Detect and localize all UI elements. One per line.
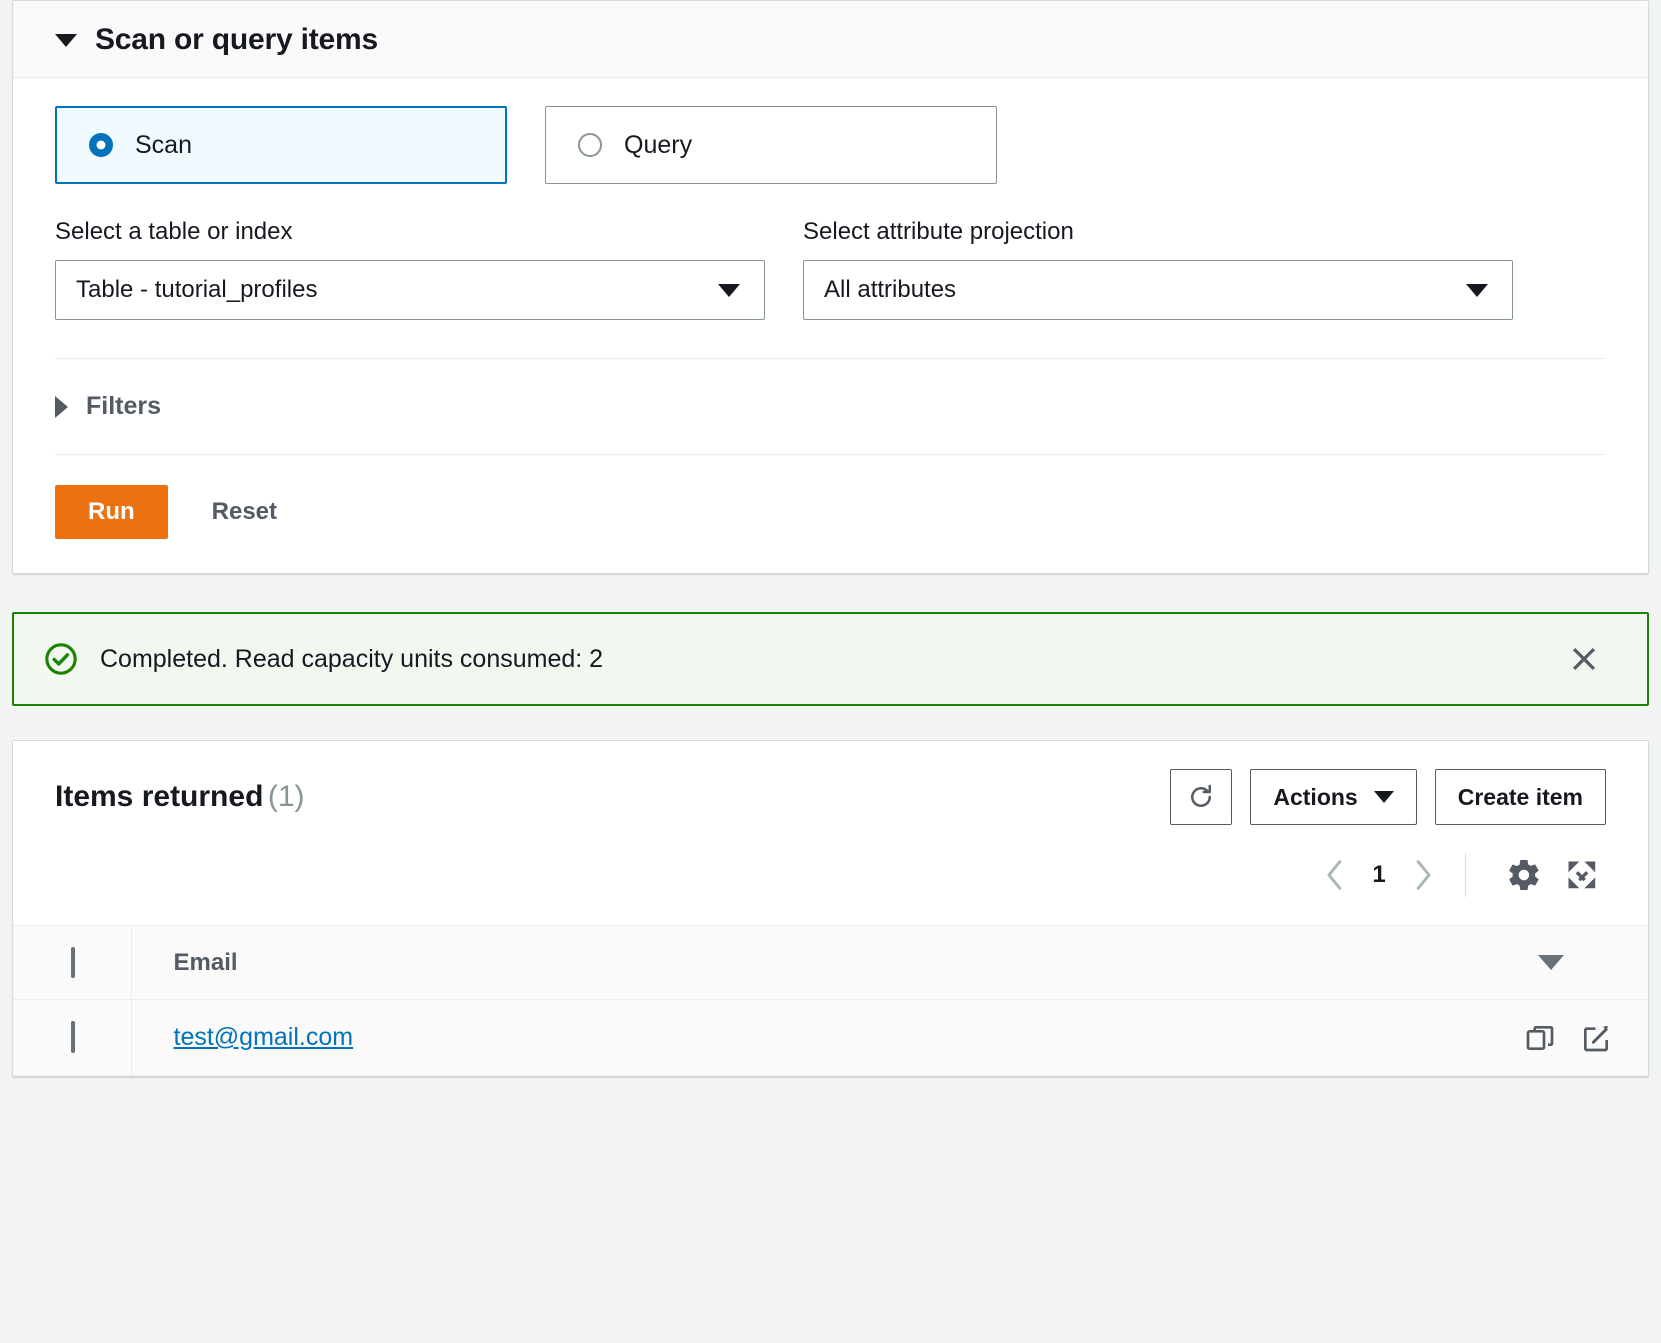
mode-selector: Scan Query bbox=[55, 106, 1606, 184]
filters-toggle[interactable]: Filters bbox=[55, 359, 1606, 454]
actions-button-label: Actions bbox=[1273, 783, 1358, 810]
table-body: test@gmail.com bbox=[13, 999, 1648, 1076]
items-table: Email test@gmail.com bbox=[13, 925, 1648, 1076]
divider bbox=[1465, 853, 1466, 897]
sort-descending-icon[interactable] bbox=[1538, 925, 1648, 1000]
scan-or-query-panel: Scan or query items Scan Query Select a … bbox=[12, 0, 1649, 574]
status-alert: Completed. Read capacity units consumed:… bbox=[12, 612, 1649, 706]
item-email-link[interactable]: test@gmail.com bbox=[174, 1023, 354, 1051]
caret-right-icon[interactable] bbox=[55, 395, 68, 418]
row-checkbox[interactable] bbox=[71, 1021, 75, 1053]
chevron-down-icon[interactable] bbox=[718, 283, 740, 297]
page-title: Scan or query items bbox=[95, 23, 378, 56]
run-button[interactable]: Run bbox=[55, 485, 168, 539]
expand-icon[interactable] bbox=[1558, 851, 1606, 899]
field-row: Select a table or index Table - tutorial… bbox=[55, 218, 1606, 320]
table-head: Email bbox=[13, 925, 1648, 1000]
attribute-projection-field: Select attribute projection All attribut… bbox=[803, 218, 1513, 320]
table-or-index-field: Select a table or index Table - tutorial… bbox=[55, 218, 765, 320]
page-root: Scan or query items Scan Query Select a … bbox=[0, 0, 1661, 1343]
table-row[interactable]: test@gmail.com bbox=[13, 999, 1648, 1076]
radio-tile-query-label: Query bbox=[624, 130, 693, 159]
status-success-icon bbox=[45, 643, 77, 675]
radio-tile-scan[interactable]: Scan bbox=[55, 106, 507, 184]
radio-tile-scan-label: Scan bbox=[135, 130, 192, 159]
actions-button[interactable]: Actions bbox=[1250, 769, 1417, 825]
attribute-projection-label: Select attribute projection bbox=[803, 218, 1074, 245]
copy-icon[interactable] bbox=[1524, 1022, 1556, 1054]
chevron-down-icon[interactable] bbox=[1466, 283, 1488, 297]
select-all-header bbox=[13, 925, 132, 1000]
results-toolbar: Actions Create item bbox=[1170, 769, 1606, 825]
panel-body: Scan Query Select a table or index Table… bbox=[13, 78, 1648, 573]
table-or-index-select[interactable]: Table - tutorial_profiles bbox=[55, 260, 765, 320]
results-title: Items returned bbox=[55, 780, 264, 813]
create-item-button[interactable]: Create item bbox=[1434, 769, 1606, 825]
row-email-cell: test@gmail.com bbox=[131, 999, 1538, 1076]
caret-down-icon bbox=[1373, 791, 1394, 803]
row-select-cell bbox=[13, 999, 132, 1076]
table-or-index-value: Table - tutorial_profiles bbox=[76, 276, 318, 303]
chevron-right-icon[interactable] bbox=[1401, 853, 1445, 897]
column-header-email[interactable]: Email bbox=[131, 925, 1538, 1000]
results-heading: Items returned (1) bbox=[55, 780, 305, 814]
create-item-label: Create item bbox=[1457, 783, 1583, 810]
select-all-checkbox[interactable] bbox=[71, 946, 75, 978]
results-header: Items returned (1) Actions Create item bbox=[13, 741, 1648, 825]
close-icon[interactable] bbox=[1565, 640, 1603, 678]
panel-header[interactable]: Scan or query items bbox=[13, 1, 1648, 78]
alert-message: Completed. Read capacity units consumed:… bbox=[100, 644, 604, 673]
table-or-index-label: Select a table or index bbox=[55, 218, 293, 245]
radio-scan-icon[interactable] bbox=[89, 133, 113, 157]
radio-query-icon[interactable] bbox=[578, 133, 602, 157]
results-count: (1) bbox=[267, 780, 305, 813]
refresh-button[interactable] bbox=[1170, 769, 1233, 825]
gear-icon[interactable] bbox=[1500, 851, 1548, 899]
chevron-left-icon[interactable] bbox=[1313, 853, 1357, 897]
refresh-icon bbox=[1191, 784, 1212, 807]
form-actions: Run Reset bbox=[55, 455, 1606, 573]
attribute-projection-value: All attributes bbox=[824, 276, 957, 303]
table-header-row: Email bbox=[13, 925, 1648, 1000]
edit-icon[interactable] bbox=[1580, 1022, 1612, 1054]
caret-down-icon[interactable] bbox=[55, 33, 77, 47]
reset-button[interactable]: Reset bbox=[190, 486, 299, 538]
items-returned-panel: Items returned (1) Actions Create item 1… bbox=[12, 740, 1649, 1077]
filters-label: Filters bbox=[86, 392, 162, 420]
attribute-projection-select[interactable]: All attributes bbox=[803, 260, 1513, 320]
row-actions-cell bbox=[1526, 999, 1648, 1076]
pagination: 1 bbox=[13, 825, 1648, 925]
pagination-page-1[interactable]: 1 bbox=[1357, 861, 1401, 889]
radio-tile-query[interactable]: Query bbox=[545, 106, 997, 184]
